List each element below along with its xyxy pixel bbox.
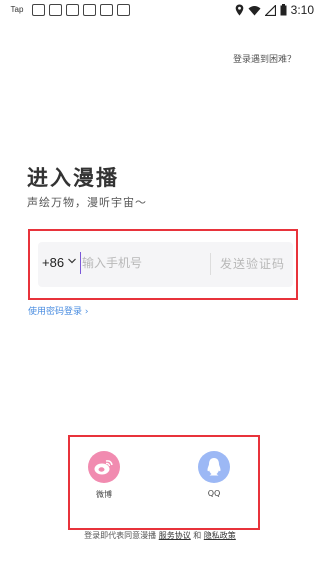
weibo-label: 微博: [96, 490, 112, 499]
privacy-policy-link[interactable]: 隐私政策: [204, 531, 236, 540]
status-notifications: Tap: [6, 4, 130, 16]
agreement-text: 登录即代表同意漫播 服务协议 和 隐私政策: [0, 530, 320, 541]
signal-icon: [264, 4, 276, 16]
location-icon: [235, 4, 243, 16]
notification-icon: [117, 4, 130, 16]
notification-icon: [100, 4, 113, 16]
chevron-down-icon[interactable]: [67, 256, 77, 266]
qq-icon[interactable]: [198, 451, 230, 483]
notification-icon: [66, 4, 79, 16]
phone-input-row: +86 发送验证码: [38, 242, 293, 287]
battery-icon: [280, 4, 287, 16]
input-divider: [210, 253, 211, 275]
notification-icon: [32, 4, 45, 16]
social-login-highlight: 微博 QQ: [68, 435, 260, 530]
page-title: 进入漫播: [27, 166, 119, 190]
qq-login-button[interactable]: QQ: [189, 451, 239, 498]
wifi-icon: [248, 5, 261, 15]
phone-login-highlight: +86 发送验证码: [28, 229, 298, 300]
phone-number-input[interactable]: [82, 250, 202, 276]
weibo-icon[interactable]: [88, 451, 120, 483]
status-indicators: 3:10: [235, 3, 314, 17]
login-help-link[interactable]: 登录遇到困难？: [233, 52, 296, 65]
password-login-link[interactable]: 使用密码登录 ›: [28, 304, 88, 317]
country-code-selector[interactable]: +86: [42, 255, 64, 270]
notification-icon: [83, 4, 96, 16]
qq-label: QQ: [207, 489, 221, 498]
agreement-middle: 和: [190, 531, 204, 540]
text-cursor: [80, 252, 81, 274]
send-code-button[interactable]: 发送验证码: [220, 255, 285, 272]
service-agreement-link[interactable]: 服务协议: [159, 531, 191, 540]
status-bar: Tap 3:10: [0, 0, 320, 20]
status-app-label: Tap: [10, 5, 24, 14]
agreement-prefix: 登录即代表同意漫播: [84, 531, 159, 540]
page-subtitle: 声绘万物，漫听宇宙～: [27, 196, 147, 209]
notification-icon: [49, 4, 62, 16]
weibo-login-button[interactable]: 微博: [79, 451, 129, 500]
status-time: 3:10: [290, 3, 314, 17]
